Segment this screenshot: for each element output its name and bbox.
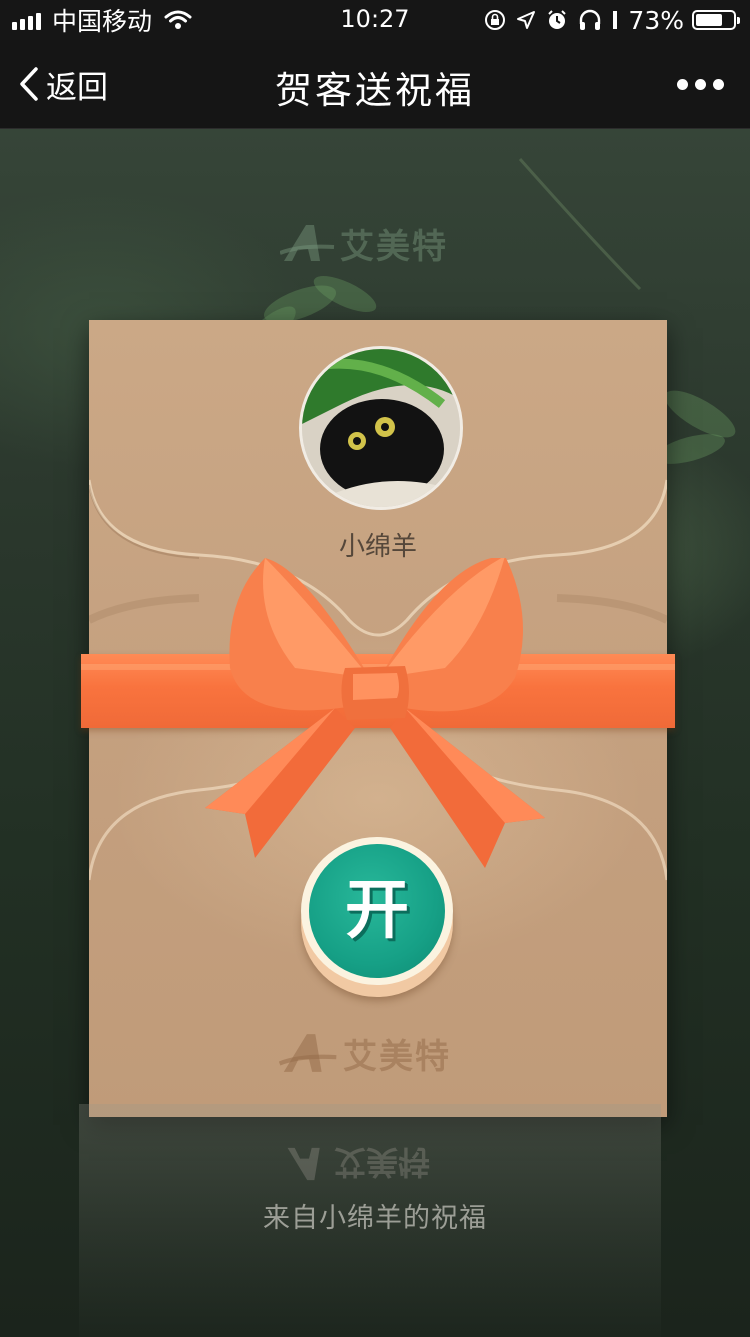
battery-fill (696, 14, 722, 26)
brand-a-icon (279, 1034, 337, 1072)
page-title: 贺客送祝福 (275, 69, 475, 112)
status-right: 73% (474, 5, 740, 35)
greeting-envelope[interactable]: 小绵羊 开 艾美特 (81, 320, 675, 1117)
cat-photo (302, 349, 460, 507)
envelope-brand-text: 艾美特 (343, 1036, 451, 1077)
reflection-brand-text: 艾美特 (334, 1143, 431, 1181)
nav-bar: 返回 贺客送祝福 (0, 40, 750, 129)
battery-icon (692, 10, 740, 30)
open-button-face: 开 (309, 844, 445, 978)
envelope-brand-logo: 艾美特 (279, 1030, 451, 1077)
battery-charge-bar-icon (613, 11, 618, 29)
open-button-label: 开 (345, 874, 409, 948)
background-brand-logo: 艾美特 (280, 221, 448, 267)
blessing-caption: 来自小绵羊的祝福 (263, 1203, 487, 1234)
battery-percent: 73% (628, 5, 684, 35)
background-brand-text: 艾美特 (340, 226, 448, 267)
more-button[interactable] (670, 72, 724, 96)
status-bar: 中国移动 10:27 73% (0, 0, 750, 40)
brand-a-icon (287, 1147, 320, 1181)
more-dots-icon (677, 78, 688, 90)
alarm-icon (548, 10, 567, 29)
reflection-brand-logo: 艾美特 (284, 1143, 431, 1184)
brand-a-icon (280, 225, 335, 261)
rotation-lock-icon (485, 10, 506, 30)
sender-avatar (299, 346, 463, 510)
location-arrow-icon (517, 11, 536, 29)
headphones-icon (580, 9, 601, 30)
open-envelope-button[interactable]: 开 (301, 837, 453, 997)
